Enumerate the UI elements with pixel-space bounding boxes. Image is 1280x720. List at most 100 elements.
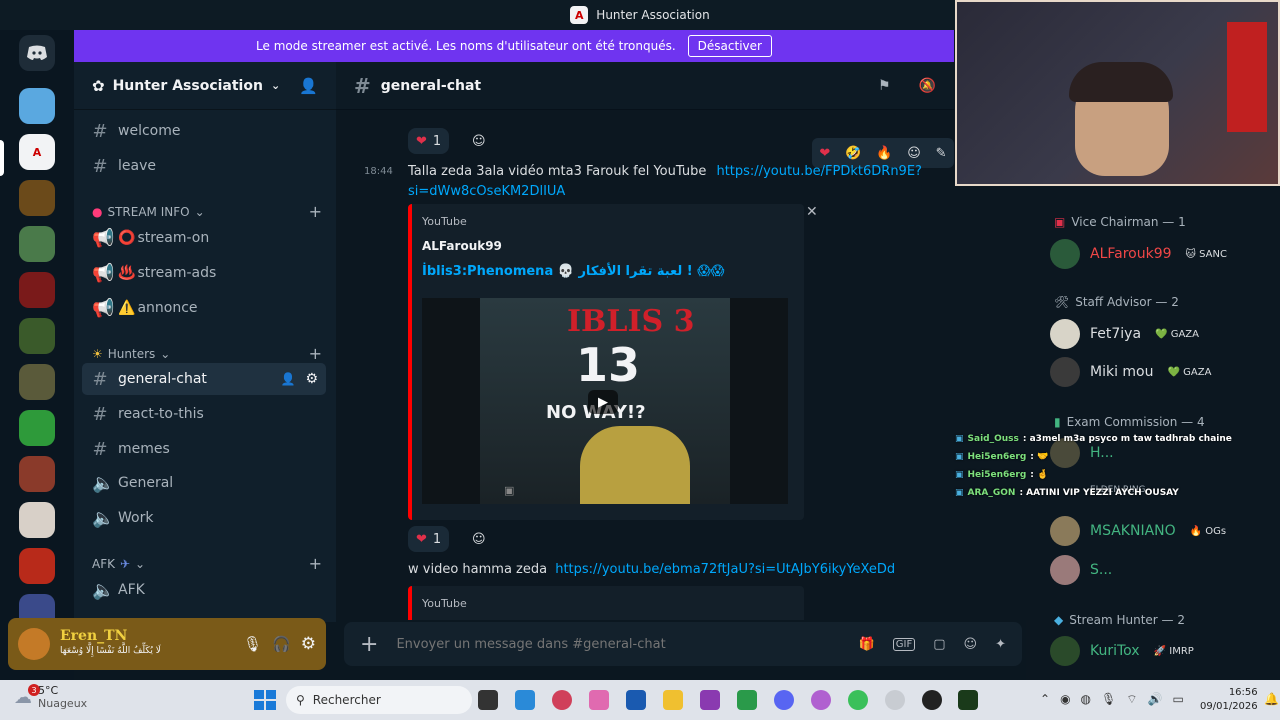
server-header[interactable]: ✿ Hunter Association ⌄ 👤 xyxy=(74,62,336,110)
server-icon-9[interactable] xyxy=(19,456,55,492)
category-hunters[interactable]: ☀ Hunters ⌄ + xyxy=(92,344,322,363)
member-item[interactable]: ALFarouk99 🐱 SANC xyxy=(1050,236,1231,272)
add-reaction-button[interactable]: ☺ xyxy=(464,128,494,154)
channel-stream-on[interactable]: 📢 ⭕ stream-on xyxy=(82,222,326,254)
server-icon-3[interactable] xyxy=(19,180,55,216)
volume-icon[interactable]: 🔊 xyxy=(1148,692,1163,707)
server-icon-7[interactable] xyxy=(19,364,55,400)
gear-icon[interactable]: ⚙ xyxy=(301,634,316,654)
message-input[interactable] xyxy=(396,636,841,652)
wifi-icon[interactable]: ⌔ xyxy=(1126,692,1137,707)
add-reaction-button[interactable]: ☺ xyxy=(464,526,494,552)
member-item[interactable]: MSAKNIANO 🔥 OGs xyxy=(1050,513,1230,549)
tray-app-icon[interactable]: ◉ xyxy=(1060,692,1070,707)
channel-voice-work[interactable]: 🔈 Work xyxy=(82,502,326,534)
fire-react-icon[interactable]: 🔥 xyxy=(876,146,892,161)
deactivate-button[interactable]: Désactiver xyxy=(687,35,772,57)
windows-start-icon[interactable] xyxy=(254,690,276,710)
rocket-icon: ✈ xyxy=(119,556,131,571)
channel-memes[interactable]: # memes xyxy=(82,433,326,465)
banner-text: Le mode streamer est activé. Les noms d'… xyxy=(256,39,676,53)
channel-voice-general[interactable]: 🔈 General xyxy=(82,467,326,499)
add-channel-icon[interactable]: + xyxy=(309,554,322,573)
apps-icon[interactable]: ✦ xyxy=(995,637,1006,652)
add-channel-icon[interactable]: + xyxy=(309,344,322,363)
channel-welcome[interactable]: # welcome xyxy=(82,115,326,147)
tray-steam-icon[interactable]: ◍ xyxy=(1081,692,1091,707)
chevron-up-icon[interactable]: ⌃ xyxy=(1040,692,1050,707)
category-stream-info[interactable]: ● STREAM INFO ⌄ + xyxy=(92,202,322,221)
video-thumbnail[interactable]: IBLIS 3 13 NO WAY!? ▶ ▣ xyxy=(422,298,788,504)
avatar xyxy=(1050,636,1080,666)
plus-icon[interactable]: + xyxy=(360,632,378,657)
member-item[interactable]: Miki mou 💚 GAZA xyxy=(1050,354,1215,390)
server-icon-10[interactable] xyxy=(19,502,55,538)
embed-title[interactable]: İblis3:Phenomena 💀 لعبة تقرا الأفكار ! 😱… xyxy=(422,264,724,279)
mute-icon[interactable]: 🔕 xyxy=(919,78,936,94)
role-group-stream-hunter: ◆ Stream Hunter — 2 xyxy=(1054,613,1185,627)
store-icon[interactable] xyxy=(626,690,646,710)
add-channel-icon[interactable]: + xyxy=(309,202,322,221)
server-icon-5[interactable] xyxy=(19,272,55,308)
member-item[interactable]: S... xyxy=(1050,552,1112,588)
member-item[interactable]: KuriTox 🚀 IMRP xyxy=(1050,633,1198,669)
reaction-heart-2[interactable]: ❤ 1 xyxy=(408,526,450,552)
headphones-icon[interactable]: 🎧 xyxy=(272,635,291,653)
app-icon-grey[interactable] xyxy=(885,690,905,710)
file-explorer-icon[interactable] xyxy=(663,690,683,710)
add-member-icon[interactable]: 👤 xyxy=(299,77,318,95)
taskbar-search[interactable]: ⚲ Rechercher xyxy=(286,686,472,714)
opera-gx-icon[interactable] xyxy=(811,690,831,710)
server-icon-1[interactable] xyxy=(19,88,55,124)
server-icon-4[interactable] xyxy=(19,226,55,262)
threads-icon[interactable]: ⚑ xyxy=(878,78,891,94)
microphone-icon[interactable]: 🎙 xyxy=(243,635,262,653)
notification-bell-icon[interactable]: 🔔 xyxy=(1264,692,1279,706)
xbox-icon[interactable] xyxy=(737,690,757,710)
heart-icon: ❤ xyxy=(416,531,427,547)
gift-icon[interactable]: 🎁 xyxy=(859,637,875,652)
channel-stream-ads[interactable]: 📢 ♨️ stream-ads xyxy=(82,257,326,289)
invite-icon[interactable]: 👤 xyxy=(280,372,295,386)
message-link[interactable]: https://youtu.be/ebma72ftJaU?si=UtAJbY6i… xyxy=(555,562,895,577)
channel-general-chat[interactable]: # general-chat 👤 ⚙ xyxy=(82,363,326,395)
channel-react-to-this[interactable]: # react-to-this xyxy=(82,398,326,430)
copilot-icon[interactable] xyxy=(589,690,609,710)
add-reaction-icon[interactable]: ☺ xyxy=(907,146,921,161)
avatar[interactable] xyxy=(18,628,50,660)
reaction-count: 1 xyxy=(432,133,442,149)
terminal-icon[interactable] xyxy=(958,690,978,710)
channel-voice-afk[interactable]: 🔈 AFK xyxy=(82,574,326,606)
server-icon-11[interactable] xyxy=(19,548,55,584)
heart-react-icon[interactable]: ❤ xyxy=(819,146,830,161)
tray-microphone-icon[interactable]: 🎙 xyxy=(1101,692,1116,707)
opera-green-icon[interactable] xyxy=(848,690,868,710)
sticker-icon[interactable]: ▢ xyxy=(933,637,945,652)
app-icon-purple[interactable] xyxy=(700,690,720,710)
server-icon-6[interactable] xyxy=(19,318,55,354)
task-view-icon[interactable] xyxy=(478,690,498,710)
reaction-heart[interactable]: ❤ 1 xyxy=(408,128,450,154)
category-afk[interactable]: AFK ✈ ⌄ + xyxy=(92,554,322,573)
opera-icon[interactable] xyxy=(552,690,572,710)
battery-icon[interactable]: ▭ xyxy=(1173,692,1184,707)
channel-leave[interactable]: # leave xyxy=(82,150,326,182)
emoji-icon[interactable]: ☺ xyxy=(964,637,978,652)
photos-app-icon[interactable] xyxy=(515,690,535,710)
server-icon-hunter-association[interactable]: A xyxy=(19,134,55,170)
close-icon[interactable]: ✕ xyxy=(806,204,818,220)
gear-icon[interactable]: ⚙ xyxy=(305,371,318,387)
weather-widget[interactable]: ☁ 3 5°C Nuageux xyxy=(14,684,87,710)
server-icon-8[interactable] xyxy=(19,410,55,446)
member-item[interactable]: Fet7iya 💚 GAZA xyxy=(1050,316,1203,352)
embed-author[interactable]: ALFarouk99 xyxy=(422,239,502,253)
channel-annonce[interactable]: 📢 ⚠️ annonce xyxy=(82,292,326,324)
discord-home-icon[interactable] xyxy=(19,35,55,71)
edit-icon[interactable]: ✎ xyxy=(936,146,947,161)
obs-icon[interactable] xyxy=(922,690,942,710)
discord-taskbar-icon[interactable] xyxy=(774,690,794,710)
clock[interactable]: 16:56 09/01/2026 xyxy=(1200,686,1258,714)
laugh-react-icon[interactable]: 🤣 xyxy=(845,146,861,161)
play-icon[interactable]: ▶ xyxy=(588,390,618,414)
gif-icon[interactable]: GIF xyxy=(892,637,916,651)
